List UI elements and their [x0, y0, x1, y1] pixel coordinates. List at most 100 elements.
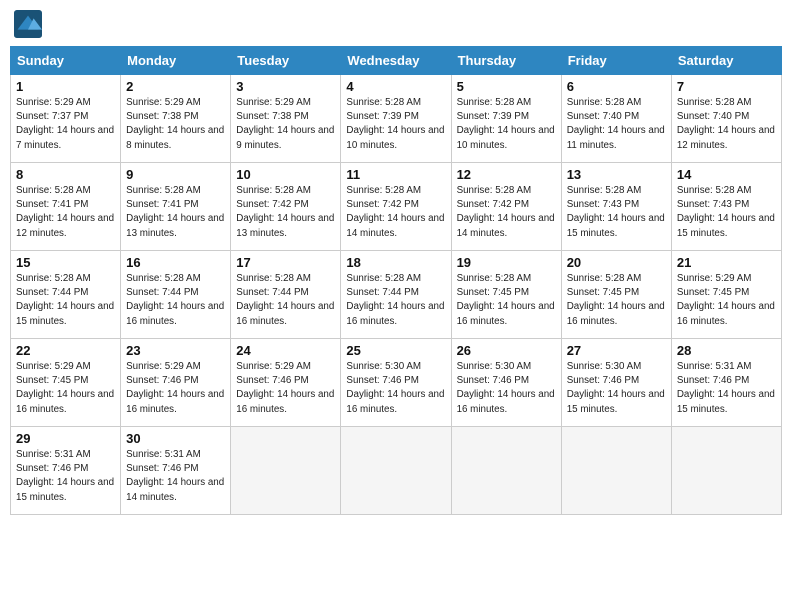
week-row-4: 22 Sunrise: 5:29 AM Sunset: 7:45 PM Dayl… [11, 339, 782, 427]
column-header-tuesday: Tuesday [231, 47, 341, 75]
day-number: 22 [16, 343, 115, 358]
empty-cell [671, 427, 781, 515]
day-number: 11 [346, 167, 445, 182]
day-detail: Sunrise: 5:28 AM Sunset: 7:44 PM Dayligh… [236, 272, 335, 329]
day-detail: Sunrise: 5:29 AM Sunset: 7:46 PM Dayligh… [126, 360, 225, 417]
day-number: 1 [16, 79, 115, 94]
week-row-2: 8 Sunrise: 5:28 AM Sunset: 7:41 PM Dayli… [11, 163, 782, 251]
day-detail: Sunrise: 5:29 AM Sunset: 7:38 PM Dayligh… [126, 96, 225, 153]
day-cell-23: 23 Sunrise: 5:29 AM Sunset: 7:46 PM Dayl… [121, 339, 231, 427]
day-cell-24: 24 Sunrise: 5:29 AM Sunset: 7:46 PM Dayl… [231, 339, 341, 427]
day-number: 26 [457, 343, 556, 358]
day-cell-15: 15 Sunrise: 5:28 AM Sunset: 7:44 PM Dayl… [11, 251, 121, 339]
day-detail: Sunrise: 5:30 AM Sunset: 7:46 PM Dayligh… [567, 360, 666, 417]
day-cell-8: 8 Sunrise: 5:28 AM Sunset: 7:41 PM Dayli… [11, 163, 121, 251]
day-detail: Sunrise: 5:28 AM Sunset: 7:41 PM Dayligh… [126, 184, 225, 241]
empty-cell [561, 427, 671, 515]
day-cell-29: 29 Sunrise: 5:31 AM Sunset: 7:46 PM Dayl… [11, 427, 121, 515]
column-header-monday: Monday [121, 47, 231, 75]
day-cell-2: 2 Sunrise: 5:29 AM Sunset: 7:38 PM Dayli… [121, 75, 231, 163]
day-cell-27: 27 Sunrise: 5:30 AM Sunset: 7:46 PM Dayl… [561, 339, 671, 427]
day-cell-13: 13 Sunrise: 5:28 AM Sunset: 7:43 PM Dayl… [561, 163, 671, 251]
day-cell-22: 22 Sunrise: 5:29 AM Sunset: 7:45 PM Dayl… [11, 339, 121, 427]
day-cell-16: 16 Sunrise: 5:28 AM Sunset: 7:44 PM Dayl… [121, 251, 231, 339]
day-detail: Sunrise: 5:31 AM Sunset: 7:46 PM Dayligh… [126, 448, 225, 505]
day-number: 29 [16, 431, 115, 446]
day-number: 4 [346, 79, 445, 94]
column-header-wednesday: Wednesday [341, 47, 451, 75]
day-cell-6: 6 Sunrise: 5:28 AM Sunset: 7:40 PM Dayli… [561, 75, 671, 163]
column-header-saturday: Saturday [671, 47, 781, 75]
day-cell-30: 30 Sunrise: 5:31 AM Sunset: 7:46 PM Dayl… [121, 427, 231, 515]
day-number: 21 [677, 255, 776, 270]
day-cell-21: 21 Sunrise: 5:29 AM Sunset: 7:45 PM Dayl… [671, 251, 781, 339]
day-detail: Sunrise: 5:30 AM Sunset: 7:46 PM Dayligh… [346, 360, 445, 417]
day-detail: Sunrise: 5:28 AM Sunset: 7:44 PM Dayligh… [16, 272, 115, 329]
day-cell-18: 18 Sunrise: 5:28 AM Sunset: 7:44 PM Dayl… [341, 251, 451, 339]
day-number: 2 [126, 79, 225, 94]
day-cell-17: 17 Sunrise: 5:28 AM Sunset: 7:44 PM Dayl… [231, 251, 341, 339]
day-number: 28 [677, 343, 776, 358]
day-detail: Sunrise: 5:31 AM Sunset: 7:46 PM Dayligh… [16, 448, 115, 505]
day-number: 9 [126, 167, 225, 182]
logo-icon [14, 10, 42, 38]
day-number: 16 [126, 255, 225, 270]
day-detail: Sunrise: 5:28 AM Sunset: 7:40 PM Dayligh… [677, 96, 776, 153]
empty-cell [451, 427, 561, 515]
day-detail: Sunrise: 5:28 AM Sunset: 7:42 PM Dayligh… [457, 184, 556, 241]
page-header [10, 10, 782, 38]
day-cell-3: 3 Sunrise: 5:29 AM Sunset: 7:38 PM Dayli… [231, 75, 341, 163]
day-detail: Sunrise: 5:29 AM Sunset: 7:45 PM Dayligh… [16, 360, 115, 417]
day-number: 5 [457, 79, 556, 94]
day-detail: Sunrise: 5:28 AM Sunset: 7:40 PM Dayligh… [567, 96, 666, 153]
day-cell-19: 19 Sunrise: 5:28 AM Sunset: 7:45 PM Dayl… [451, 251, 561, 339]
week-row-3: 15 Sunrise: 5:28 AM Sunset: 7:44 PM Dayl… [11, 251, 782, 339]
day-number: 13 [567, 167, 666, 182]
day-number: 8 [16, 167, 115, 182]
day-number: 25 [346, 343, 445, 358]
day-cell-26: 26 Sunrise: 5:30 AM Sunset: 7:46 PM Dayl… [451, 339, 561, 427]
day-cell-12: 12 Sunrise: 5:28 AM Sunset: 7:42 PM Dayl… [451, 163, 561, 251]
day-number: 3 [236, 79, 335, 94]
day-number: 6 [567, 79, 666, 94]
column-header-sunday: Sunday [11, 47, 121, 75]
empty-cell [231, 427, 341, 515]
day-detail: Sunrise: 5:28 AM Sunset: 7:39 PM Dayligh… [346, 96, 445, 153]
day-cell-7: 7 Sunrise: 5:28 AM Sunset: 7:40 PM Dayli… [671, 75, 781, 163]
day-number: 15 [16, 255, 115, 270]
day-number: 27 [567, 343, 666, 358]
calendar-table: SundayMondayTuesdayWednesdayThursdayFrid… [10, 46, 782, 515]
day-cell-10: 10 Sunrise: 5:28 AM Sunset: 7:42 PM Dayl… [231, 163, 341, 251]
day-number: 24 [236, 343, 335, 358]
day-detail: Sunrise: 5:28 AM Sunset: 7:45 PM Dayligh… [567, 272, 666, 329]
day-number: 18 [346, 255, 445, 270]
day-cell-1: 1 Sunrise: 5:29 AM Sunset: 7:37 PM Dayli… [11, 75, 121, 163]
day-detail: Sunrise: 5:28 AM Sunset: 7:44 PM Dayligh… [126, 272, 225, 329]
day-number: 17 [236, 255, 335, 270]
day-cell-20: 20 Sunrise: 5:28 AM Sunset: 7:45 PM Dayl… [561, 251, 671, 339]
day-number: 10 [236, 167, 335, 182]
day-detail: Sunrise: 5:29 AM Sunset: 7:45 PM Dayligh… [677, 272, 776, 329]
calendar-header-row: SundayMondayTuesdayWednesdayThursdayFrid… [11, 47, 782, 75]
day-number: 14 [677, 167, 776, 182]
day-detail: Sunrise: 5:29 AM Sunset: 7:46 PM Dayligh… [236, 360, 335, 417]
day-number: 7 [677, 79, 776, 94]
column-header-friday: Friday [561, 47, 671, 75]
day-detail: Sunrise: 5:28 AM Sunset: 7:43 PM Dayligh… [567, 184, 666, 241]
day-cell-5: 5 Sunrise: 5:28 AM Sunset: 7:39 PM Dayli… [451, 75, 561, 163]
day-detail: Sunrise: 5:28 AM Sunset: 7:45 PM Dayligh… [457, 272, 556, 329]
column-header-thursday: Thursday [451, 47, 561, 75]
day-detail: Sunrise: 5:28 AM Sunset: 7:42 PM Dayligh… [346, 184, 445, 241]
day-detail: Sunrise: 5:29 AM Sunset: 7:37 PM Dayligh… [16, 96, 115, 153]
day-number: 20 [567, 255, 666, 270]
empty-cell [341, 427, 451, 515]
day-detail: Sunrise: 5:30 AM Sunset: 7:46 PM Dayligh… [457, 360, 556, 417]
day-cell-28: 28 Sunrise: 5:31 AM Sunset: 7:46 PM Dayl… [671, 339, 781, 427]
day-cell-4: 4 Sunrise: 5:28 AM Sunset: 7:39 PM Dayli… [341, 75, 451, 163]
day-cell-14: 14 Sunrise: 5:28 AM Sunset: 7:43 PM Dayl… [671, 163, 781, 251]
day-detail: Sunrise: 5:28 AM Sunset: 7:43 PM Dayligh… [677, 184, 776, 241]
week-row-1: 1 Sunrise: 5:29 AM Sunset: 7:37 PM Dayli… [11, 75, 782, 163]
day-number: 12 [457, 167, 556, 182]
day-cell-25: 25 Sunrise: 5:30 AM Sunset: 7:46 PM Dayl… [341, 339, 451, 427]
day-detail: Sunrise: 5:28 AM Sunset: 7:39 PM Dayligh… [457, 96, 556, 153]
